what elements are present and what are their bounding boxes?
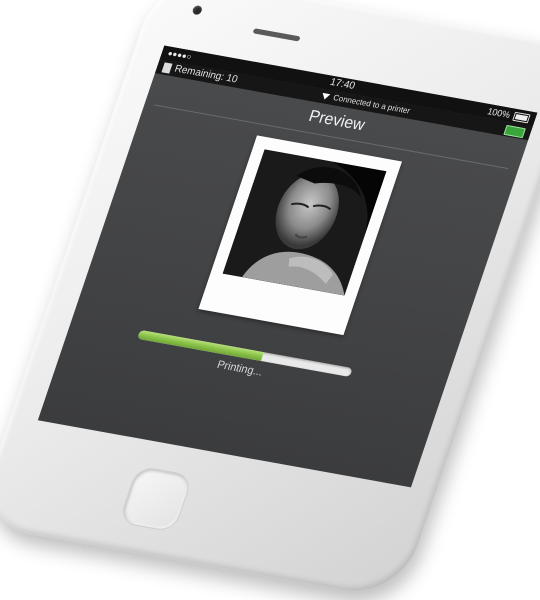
phone-device: ●●●●○ 17:40 100% Remaining: 10 Connected…: [0, 0, 540, 600]
earpiece-speaker: [252, 28, 301, 42]
battery-icon: [512, 111, 531, 124]
print-preview-frame: [198, 135, 402, 336]
dropdown-arrow-icon[interactable]: [320, 92, 331, 101]
portrait-photo: [222, 149, 387, 296]
signal-indicator: ●●●●○: [166, 48, 193, 62]
front-camera: [191, 4, 204, 16]
app-screen: ●●●●○ 17:40 100% Remaining: 10 Connected…: [37, 45, 538, 488]
paper-icon: [161, 62, 173, 74]
home-button[interactable]: [118, 465, 194, 533]
portrait-illustration: [222, 149, 387, 296]
printer-battery-icon: [503, 124, 526, 139]
